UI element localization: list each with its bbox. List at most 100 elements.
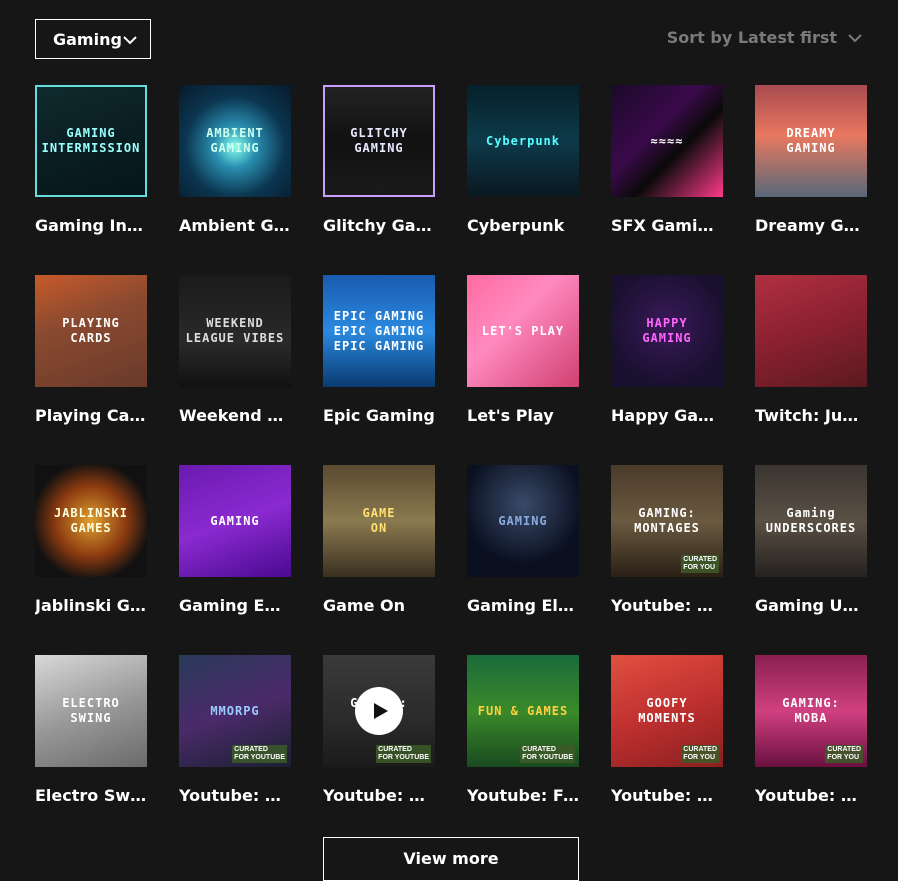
playlist-cover[interactable]: WEEKEND LEAGUE VIBES (179, 275, 291, 387)
curated-badge: CURATED FOR YOUTUBE (376, 745, 431, 763)
playlist-title[interactable]: Let's Play (467, 407, 579, 425)
genre-filter-dropdown[interactable]: Gaming (35, 19, 151, 59)
playlist-card[interactable]: DREAMY GAMING Dreamy Gam… (755, 85, 867, 235)
playlist-cover[interactable]: JABLINSKI GAMES (35, 465, 147, 577)
playlist-title[interactable]: Playing Cards (35, 407, 147, 425)
cover-art-text: JABLINSKI GAMES (53, 506, 129, 535)
playlist-title[interactable]: Youtube: Go… (611, 787, 723, 805)
sort-label: Sort by Latest first (666, 28, 837, 47)
playlist-cover[interactable]: GLITCHY GAMING (323, 85, 435, 197)
playlist-card[interactable]: GAMING: MONTAGES CURATED FOR YOU Youtube: … (611, 465, 723, 615)
cover-art-text: ≈≈≈≈ (650, 133, 684, 148)
playlist-cover[interactable]: ≈≈≈≈ (611, 85, 723, 197)
playlist-cover[interactable]: AMBIENT GAMING (179, 85, 291, 197)
playlist-card[interactable]: EPIC GAMING EPIC GAMING EPIC GAMING Epic … (323, 275, 435, 425)
playlist-title[interactable]: Gaming Elec… (467, 597, 579, 615)
playlist-cover[interactable]: GOOFY MOMENTS CURATED FOR YOU (611, 655, 723, 767)
playlist-title[interactable]: Youtube: M… (179, 787, 291, 805)
playlist-card[interactable]: MMORPG CURATED FOR YOUTUBE Youtube: M… (179, 655, 291, 805)
playlist-title[interactable]: Cyberpunk (467, 217, 579, 235)
playlist-cover[interactable]: GAMING: MONTAGES CURATED FOR YOU (611, 465, 723, 577)
playlist-card[interactable]: LET'S PLAY Let's Play (467, 275, 579, 425)
playlist-card[interactable]: PLAYING CARDS Playing Cards (35, 275, 147, 425)
playlist-title[interactable]: Epic Gaming (323, 407, 435, 425)
playlist-title[interactable]: SFX Gaming … (611, 217, 723, 235)
view-more-button[interactable]: View more (323, 837, 579, 881)
playlist-title[interactable]: Electro Swing (35, 787, 147, 805)
playlist-card[interactable]: GAMING Gaming EDM… (179, 465, 291, 615)
playlist-title[interactable]: Jablinski Ga… (35, 597, 147, 615)
playlist-card[interactable]: Cyberpunk Cyberpunk (467, 85, 579, 235)
playlist-cover[interactable]: ELECTRO SWING (35, 655, 147, 767)
playlist-card[interactable]: GAME ON Game On (323, 465, 435, 615)
play-icon (373, 703, 388, 719)
playlist-title[interactable]: Twitch: Just … (755, 407, 867, 425)
playlist-cover[interactable]: LET'S PLAY (467, 275, 579, 387)
playlist-cover[interactable]: DREAMY GAMING (755, 85, 867, 197)
playlist-title[interactable]: Game On (323, 597, 435, 615)
playlist-cover[interactable]: EPIC GAMING EPIC GAMING EPIC GAMING (323, 275, 435, 387)
playlist-cover[interactable]: Cyberpunk (467, 85, 579, 197)
playlist-title[interactable]: Glitchy Gami… (323, 217, 435, 235)
cover-art-text: FUN & GAMES (477, 703, 569, 718)
cover-art-text: LET'S PLAY (481, 323, 565, 338)
playlist-cover[interactable]: GAMING (179, 465, 291, 577)
curated-badge: CURATED FOR YOUTUBE (232, 745, 287, 763)
playlist-title[interactable]: Youtube: Fu… (467, 787, 579, 805)
playlist-title[interactable]: Weekend Le… (179, 407, 291, 425)
playlist-card[interactable]: Gaming UNDERSCORES Gaming Und… (755, 465, 867, 615)
playlist-cover[interactable]: FUN & GAMES CURATED FOR YOUTUBE (467, 655, 579, 767)
playlist-card[interactable]: GAMING INTERMISSION Gaming Inte… (35, 85, 147, 235)
playlist-title[interactable]: Gaming Und… (755, 597, 867, 615)
playlist-card[interactable]: ≈≈≈≈ SFX Gaming … (611, 85, 723, 235)
playlist-title[interactable]: Youtube: FPS (323, 787, 435, 805)
playlist-cover[interactable]: GAMING: FPSCURATED FOR YOUTUBE (323, 655, 435, 767)
cover-art-text: GAMING (210, 513, 260, 528)
playlist-cover[interactable]: Gaming UNDERSCORES (755, 465, 867, 577)
playlist-card[interactable]: JABLINSKI GAMES Jablinski Ga… (35, 465, 147, 615)
play-button[interactable] (355, 687, 403, 735)
cover-art-text: GAMING (498, 513, 548, 528)
playlist-title[interactable]: Ambient Ga… (179, 217, 291, 235)
cover-art-text: WEEKEND LEAGUE VIBES (185, 316, 285, 345)
cover-art-text: GAME ON (362, 506, 396, 535)
playlist-card[interactable]: GAMING: MOBA CURATED FOR YOU Youtube: M… (755, 655, 867, 805)
playlist-title[interactable]: Gaming Inte… (35, 217, 147, 235)
playlist-card[interactable]: GOOFY MOMENTS CURATED FOR YOU Youtube: Go… (611, 655, 723, 805)
playlist-card[interactable]: ELECTRO SWING Electro Swing (35, 655, 147, 805)
curated-badge: CURATED FOR YOU (681, 555, 719, 573)
sort-dropdown[interactable]: Sort by Latest first (667, 28, 863, 47)
playlist-title[interactable]: Dreamy Gam… (755, 217, 867, 235)
cover-art-text: Cyberpunk (485, 133, 561, 148)
playlist-card[interactable]: HAPPY GAMING Happy Gami… (611, 275, 723, 425)
cover-art-text: GAMING: MOBA (782, 696, 840, 725)
genre-filter-label: Gaming (53, 29, 122, 49)
playlist-card[interactable]: GAMING: FPSCURATED FOR YOUTUBE Youtube: F… (323, 655, 435, 805)
playlist-card[interactable]: Twitch: Just … (755, 275, 867, 425)
playlist-card[interactable]: GLITCHY GAMING Glitchy Gami… (323, 85, 435, 235)
cover-art-text: MMORPG (210, 703, 260, 718)
playlist-cover[interactable]: GAMING: MOBA CURATED FOR YOU (755, 655, 867, 767)
cover-art-text: Gaming UNDERSCORES (765, 506, 857, 535)
playlist-cover[interactable]: MMORPG CURATED FOR YOUTUBE (179, 655, 291, 767)
playlist-cover[interactable]: HAPPY GAMING (611, 275, 723, 387)
playlist-title[interactable]: Youtube: M… (755, 787, 867, 805)
cover-art-text: EPIC GAMING EPIC GAMING EPIC GAMING (333, 308, 425, 353)
playlist-card[interactable]: GAMING Gaming Elec… (467, 465, 579, 615)
cover-art-text: GAMING INTERMISSION (41, 126, 141, 155)
playlist-title[interactable]: Happy Gami… (611, 407, 723, 425)
playlist-title[interactable]: Youtube: Ga… (611, 597, 723, 615)
playlist-card[interactable]: WEEKEND LEAGUE VIBES Weekend Le… (179, 275, 291, 425)
playlist-cover[interactable]: GAMING INTERMISSION (35, 85, 147, 197)
playlist-cover[interactable] (755, 275, 867, 387)
cover-art-text: HAPPY GAMING (642, 316, 692, 345)
cover-art-text (807, 327, 815, 335)
playlist-cover[interactable]: GAME ON (323, 465, 435, 577)
playlist-card[interactable]: FUN & GAMES CURATED FOR YOUTUBE Youtube: F… (467, 655, 579, 805)
playlist-card[interactable]: AMBIENT GAMING Ambient Ga… (179, 85, 291, 235)
playlist-grid: GAMING INTERMISSION Gaming Inte… AMBIENT G… (35, 85, 867, 805)
playlist-title[interactable]: Gaming EDM… (179, 597, 291, 615)
playlist-cover[interactable]: GAMING (467, 465, 579, 577)
playlist-cover[interactable]: PLAYING CARDS (35, 275, 147, 387)
cover-art-text: GAMING: MONTAGES (634, 506, 700, 535)
